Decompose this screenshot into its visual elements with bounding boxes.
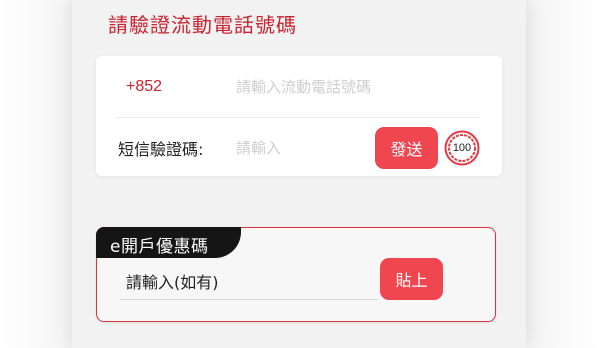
sms-code-input[interactable] [236, 137, 356, 159]
paste-button[interactable]: 貼上 [380, 258, 443, 300]
promo-code-tag-label: e開戶優惠碼 [110, 237, 209, 257]
sms-code-label: 短信驗證碼: [118, 140, 204, 159]
promo-code-input[interactable] [126, 270, 376, 294]
page-title: 請驗證流動電話號碼 [108, 13, 297, 37]
countdown-value: 100 [452, 142, 472, 154]
field-divider [116, 117, 480, 118]
promo-input-underline [120, 299, 378, 300]
send-code-button[interactable]: 發送 [375, 127, 438, 169]
phone-number-input[interactable] [236, 76, 476, 98]
country-code-selector[interactable]: +852 [126, 78, 162, 96]
